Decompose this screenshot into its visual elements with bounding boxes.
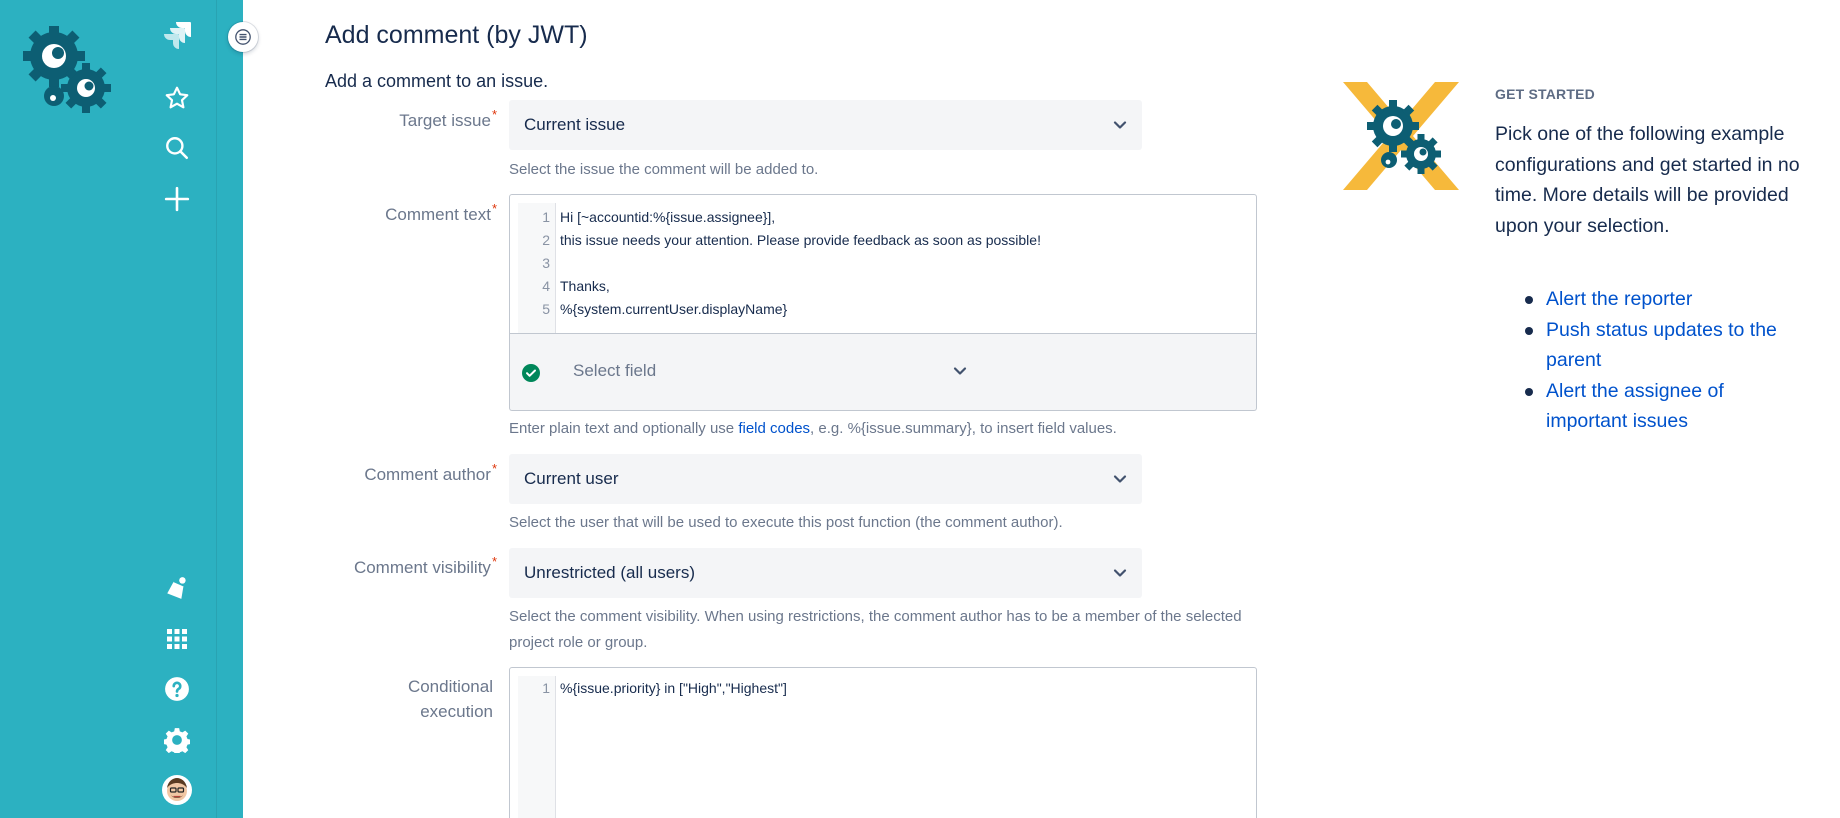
field-codes-link[interactable]: field codes: [738, 420, 810, 437]
conditional-execution-editor[interactable]: 1 %{issue.priority} in ["High","Highest"]: [509, 667, 1257, 818]
target-issue-label: Target issue*: [399, 107, 497, 130]
code-line: 3: [542, 254, 550, 271]
alert-reporter-link[interactable]: Alert the reporter: [1546, 288, 1692, 310]
select-field-dropdown[interactable]: Select field: [555, 348, 1035, 394]
jira-icon[interactable]: [158, 16, 196, 54]
bullet: [1525, 296, 1533, 304]
required-marker: *: [491, 554, 497, 569]
select-field-placeholder: Select field: [573, 361, 657, 380]
page-description: Add a comment to an issue.: [325, 71, 549, 91]
comment-visibility-select[interactable]: Unrestricted (all users): [509, 548, 1142, 598]
chevron-down-icon: [1113, 121, 1127, 129]
plus-icon[interactable]: [158, 180, 196, 218]
jwt-x-gears-icon: [1343, 82, 1459, 190]
code-line: 1 %{issue.priority} in ["High","Highest"]: [542, 679, 787, 696]
comment-author-value: Current user: [524, 469, 619, 488]
check-circle-icon: [522, 364, 540, 382]
comment-visibility-label: Comment visibility*: [353, 554, 497, 577]
comment-author-label: Comment author*: [364, 461, 497, 484]
avatar[interactable]: [158, 771, 196, 809]
chevron-down-icon: [1113, 569, 1127, 577]
list-item: Alert the reporter: [1495, 284, 1803, 315]
get-started-intro: Pick one of the following example config…: [1495, 123, 1800, 237]
comment-visibility-value: Unrestricted (all users): [524, 563, 695, 582]
code-line: 5 %{system.currentUser.displayName}: [542, 300, 788, 317]
bullet: [1525, 326, 1533, 335]
code-line: 4 Thanks,: [542, 277, 610, 294]
target-issue-help: Select the issue the comment will be add…: [509, 161, 819, 178]
target-issue-select[interactable]: Current issue: [509, 100, 1142, 150]
list-item: Alert the assignee of important issues: [1495, 376, 1803, 437]
gears-logo-icon: [23, 25, 111, 113]
comment-author-help: Select the user that will be used to exe…: [509, 514, 1063, 531]
app-switcher-icon[interactable]: [158, 620, 196, 658]
comment-text-label: Comment text*: [385, 201, 497, 224]
global-navigation: [0, 0, 216, 818]
search-icon[interactable]: [158, 129, 196, 167]
bullet: [1525, 387, 1533, 396]
required-marker: *: [491, 107, 497, 122]
alert-assignee-link[interactable]: Alert the assignee of important issues: [1546, 380, 1724, 433]
conditional-execution-label: Conditional execution: [407, 677, 493, 721]
chevron-down-icon: [1113, 475, 1127, 483]
target-issue-value: Current issue: [524, 115, 626, 134]
code-line: 1 Hi [~accountid:%{issue.assignee}],: [542, 208, 776, 225]
code-line: 2 this issue needs your attention. Please…: [542, 231, 1041, 248]
page-title: Add comment (by JWT): [325, 21, 588, 49]
field-picker-bar: Select field: [509, 334, 1257, 411]
chevron-down-icon: [953, 367, 967, 375]
comment-author-select[interactable]: Current user: [509, 454, 1142, 504]
push-status-updates-link[interactable]: Push status updates to the parent: [1546, 319, 1777, 372]
comment-text-help: Enter plain text and optionally use fiel…: [509, 420, 1117, 437]
star-icon[interactable]: [158, 79, 196, 117]
get-started-heading: GET STARTED: [1495, 86, 1595, 102]
comment-text-editor[interactable]: 1 Hi [~accountid:%{issue.assignee}], 2 thi…: [509, 194, 1257, 334]
sidebar-collapse-toggle[interactable]: [228, 22, 258, 52]
main-content: Add comment (by JWT) Add a comment to an…: [243, 0, 1840, 818]
list-item: Push status updates to the parent: [1495, 315, 1803, 376]
comment-visibility-help: Select the comment visibility. When usin…: [509, 608, 1242, 651]
example-config-list: Alert the reporter Push status updates t…: [1495, 284, 1803, 437]
help-icon[interactable]: [158, 670, 196, 708]
settings-icon[interactable]: [158, 721, 196, 759]
menu-icon: [235, 29, 251, 45]
project-sidebar: [216, 0, 243, 818]
app-logo[interactable]: [20, 25, 116, 118]
notification-icon[interactable]: [158, 569, 196, 607]
get-started-logo: [1343, 82, 1459, 190]
required-marker: *: [491, 461, 497, 476]
required-marker: *: [491, 201, 497, 216]
